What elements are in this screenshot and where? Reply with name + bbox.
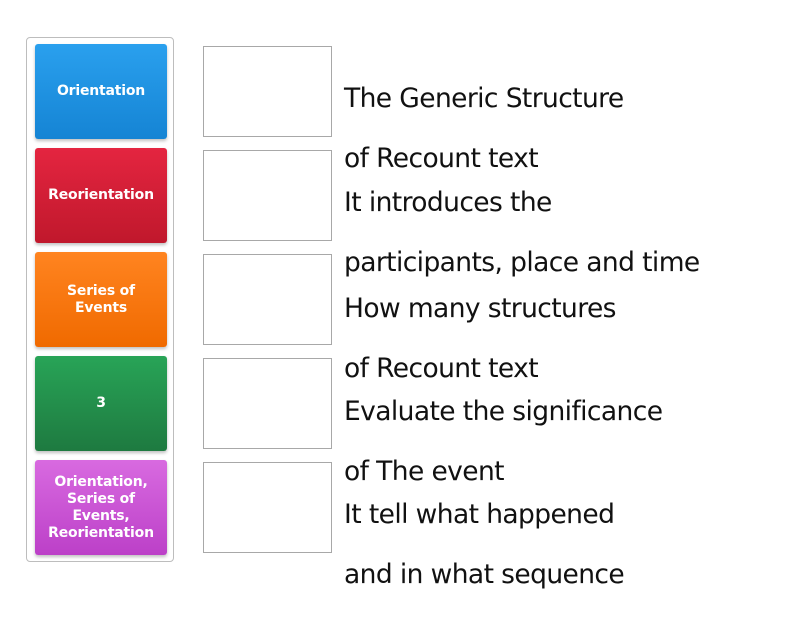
- tile-label: Orientation, Series of Events, Reorienta…: [48, 473, 154, 541]
- tile-label: Reorientation: [48, 187, 154, 203]
- drop-zone-3[interactable]: [203, 254, 332, 345]
- drop-zone-4[interactable]: [203, 358, 332, 449]
- prompt-5: It tell what happened and in what sequen…: [344, 470, 625, 620]
- prompt-line: Evaluate the significance: [344, 396, 663, 427]
- tile-label: 3: [96, 395, 106, 411]
- prompt-line: How many structures: [344, 293, 616, 324]
- drop-zone-5[interactable]: [203, 462, 332, 553]
- prompt-line: The Generic Structure: [344, 83, 624, 114]
- answer-tile-all-structures[interactable]: Orientation, Series of Events, Reorienta…: [35, 460, 167, 555]
- prompt-line: and in what sequence: [344, 559, 625, 590]
- answer-tile-orientation[interactable]: Orientation: [35, 44, 167, 139]
- prompt-line: It introduces the: [344, 187, 552, 218]
- prompt-line: It tell what happened: [344, 499, 615, 530]
- answer-tile-reorientation[interactable]: Reorientation: [35, 148, 167, 243]
- drop-zone-1[interactable]: [203, 46, 332, 137]
- answer-tile-series-of-events[interactable]: Series of Events: [35, 252, 167, 347]
- answer-tile-3[interactable]: 3: [35, 356, 167, 451]
- drop-zone-2[interactable]: [203, 150, 332, 241]
- tile-label: Series of Events: [67, 282, 135, 316]
- answer-tile-tray: Orientation Reorientation Series of Even…: [26, 37, 174, 562]
- tile-label: Orientation: [56, 83, 146, 99]
